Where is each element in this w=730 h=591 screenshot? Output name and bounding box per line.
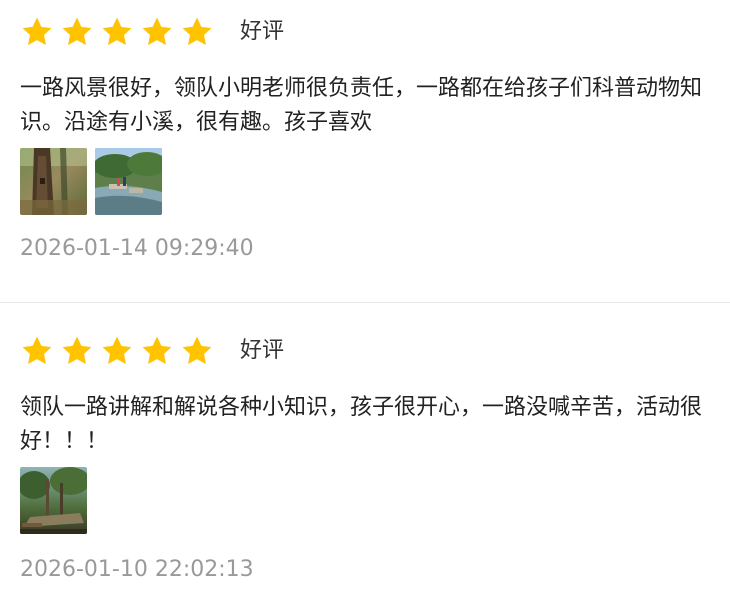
review-item: 好评 领队一路讲解和解说各种小知识，孩子很开心，一路没喊辛苦，活动很好！！！ 2…	[0, 303, 730, 591]
review-photos	[20, 467, 95, 534]
rating-label: 好评	[240, 19, 285, 44]
review-photo-thumbnail[interactable]	[95, 148, 162, 215]
review-photos	[20, 148, 170, 215]
star-icon	[20, 15, 54, 49]
rating-label: 好评	[240, 338, 285, 363]
review-photo-thumbnail[interactable]	[20, 467, 87, 534]
review-comment: 领队一路讲解和解说各种小知识，孩子很开心，一路没喊辛苦，活动很好！！！	[20, 395, 703, 454]
star-icon	[60, 15, 94, 49]
rating-row: 好评	[20, 333, 284, 369]
review-item: 好评 一路风景很好，领队小明老师很负责任，一路都在给孩子们科普动物知识。沿途有小…	[0, 0, 730, 300]
star-icon	[100, 334, 134, 368]
star-icon	[20, 334, 54, 368]
star-icon	[180, 15, 214, 49]
star-icon	[140, 15, 174, 49]
review-timestamp: 2026-01-14 09:29:40	[20, 236, 254, 261]
rating-row: 好评	[20, 14, 284, 50]
star-icon	[140, 334, 174, 368]
review-timestamp: 2026-01-10 22:02:13	[20, 557, 254, 582]
review-comment: 一路风景很好，领队小明老师很负责任，一路都在给孩子们科普动物知识。沿途有小溪，很…	[20, 76, 703, 135]
star-icon	[100, 15, 134, 49]
star-icon	[180, 334, 214, 368]
star-icon	[60, 334, 94, 368]
review-photo-thumbnail[interactable]	[20, 148, 87, 215]
